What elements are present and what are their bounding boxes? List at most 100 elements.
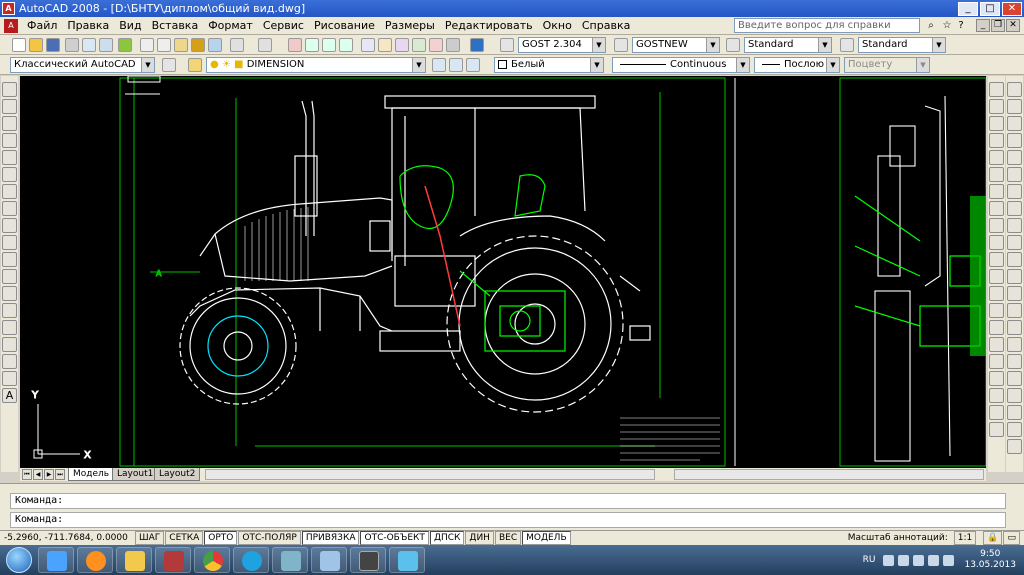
text-style-icon[interactable]: [500, 38, 514, 52]
horizontal-scrollbar[interactable]: [205, 469, 655, 480]
doc-close-button[interactable]: ✕: [1006, 19, 1020, 32]
copy-icon[interactable]: [157, 38, 171, 52]
menu-format[interactable]: Формат: [203, 17, 258, 35]
redo-icon[interactable]: [258, 38, 272, 52]
dim-style-icon[interactable]: [614, 38, 628, 52]
cut-icon[interactable]: [140, 38, 154, 52]
explode-icon[interactable]: [1007, 337, 1022, 352]
menu-file[interactable]: Файл: [22, 17, 62, 35]
block-editor-icon[interactable]: [208, 38, 222, 52]
gradient-icon[interactable]: [2, 337, 17, 352]
stretch-icon[interactable]: [1007, 218, 1022, 233]
arc-length-icon[interactable]: [989, 116, 1004, 131]
menu-insert[interactable]: Вставка: [147, 17, 204, 35]
center-mark-icon[interactable]: [989, 303, 1004, 318]
help-icon[interactable]: [470, 38, 484, 52]
tray-volume-icon[interactable]: [943, 554, 955, 566]
language-indicator[interactable]: RU: [863, 555, 876, 565]
otrack-toggle[interactable]: ОТС-ОБЪЕКТ: [360, 531, 429, 545]
jogged-icon[interactable]: [989, 167, 1004, 182]
lock-icon[interactable]: 🔒: [983, 531, 1003, 545]
dim-style-select[interactable]: GOSTNEW ▼: [632, 37, 720, 53]
help-search-input[interactable]: Введите вопрос для справки: [734, 18, 920, 33]
join-icon[interactable]: [1007, 286, 1022, 301]
layer-select[interactable]: ● ☀ ■ DIMENSION ▼: [206, 57, 426, 73]
circle-icon[interactable]: [2, 184, 17, 199]
line-icon[interactable]: [2, 82, 17, 97]
quick-leader-icon[interactable]: [989, 269, 1004, 284]
clean-screen-icon[interactable]: ▭: [1003, 531, 1020, 545]
layer-manager-icon[interactable]: [188, 58, 202, 72]
hatch-icon[interactable]: [2, 320, 17, 335]
pan-realtime-icon[interactable]: [1007, 354, 1022, 369]
linear-dimension-icon[interactable]: [989, 82, 1004, 97]
prev-tab-button[interactable]: ◀: [33, 469, 43, 480]
ellipse-arc-icon[interactable]: [2, 252, 17, 267]
trim-icon[interactable]: [1007, 235, 1022, 250]
save-icon[interactable]: [46, 38, 60, 52]
diameter-icon[interactable]: [989, 184, 1004, 199]
dim-edit-icon[interactable]: [989, 320, 1004, 335]
menu-view[interactable]: Вид: [114, 17, 146, 35]
color-select[interactable]: Белый ▼: [494, 57, 604, 73]
system-clock[interactable]: 9:50 13.05.2013: [964, 549, 1016, 571]
search-icon[interactable]: ⌕: [924, 19, 938, 33]
fillet-icon[interactable]: [1007, 320, 1022, 335]
publish-icon[interactable]: [99, 38, 113, 52]
tray-network-icon[interactable]: [913, 554, 925, 566]
region-icon[interactable]: [2, 354, 17, 369]
maximize-button[interactable]: □: [980, 1, 1000, 16]
taskbar-bird-icon[interactable]: [389, 547, 425, 573]
star-icon[interactable]: ☆: [940, 19, 954, 33]
chamfer-icon[interactable]: [1007, 303, 1022, 318]
lwt-toggle[interactable]: ВЕС: [494, 531, 522, 545]
make-layer-current-icon[interactable]: [432, 58, 446, 72]
properties-icon[interactable]: [361, 38, 375, 52]
make-block-icon[interactable]: [2, 286, 17, 301]
named-views-icon[interactable]: [1007, 439, 1022, 454]
scale-icon[interactable]: [1007, 201, 1022, 216]
taskbar-media-player-icon[interactable]: [77, 547, 113, 573]
table-style-select[interactable]: Standard ▼: [744, 37, 832, 53]
point-icon[interactable]: [2, 303, 17, 318]
markup-icon[interactable]: [429, 38, 443, 52]
print-preview-icon[interactable]: [82, 38, 96, 52]
new-file-icon[interactable]: [12, 38, 26, 52]
taskbar-app-icon[interactable]: [311, 547, 347, 573]
tray-help-icon[interactable]: [883, 554, 895, 566]
zoom-previous-icon[interactable]: [339, 38, 353, 52]
tab-layout1[interactable]: Layout1: [112, 468, 159, 481]
radius-icon[interactable]: [989, 150, 1004, 165]
quick-dimension-icon[interactable]: [989, 218, 1004, 233]
start-button[interactable]: [6, 547, 32, 573]
dim-update-icon[interactable]: [989, 354, 1004, 369]
minimize-button[interactable]: _: [958, 1, 978, 16]
annotation-scale-select[interactable]: 1:1: [953, 531, 977, 545]
tray-power-icon[interactable]: [928, 554, 940, 566]
document-icon[interactable]: A: [4, 18, 18, 33]
design-center-icon[interactable]: [378, 38, 392, 52]
rectangle-icon[interactable]: [2, 150, 17, 165]
table-style-icon[interactable]: [726, 38, 740, 52]
angular-icon[interactable]: [989, 201, 1004, 216]
dim-break-icon[interactable]: [989, 405, 1004, 420]
inspect-icon[interactable]: [989, 422, 1004, 437]
calculator-icon[interactable]: [446, 38, 460, 52]
polyline-icon[interactable]: [2, 116, 17, 131]
close-button[interactable]: ✕: [1002, 1, 1022, 16]
insert-block-icon[interactable]: [2, 269, 17, 284]
menu-window[interactable]: Окно: [538, 17, 577, 35]
menu-edit[interactable]: Правка: [62, 17, 114, 35]
command-input[interactable]: Команда:: [10, 512, 1006, 528]
construction-line-icon[interactable]: [2, 99, 17, 114]
match-properties-icon[interactable]: [191, 38, 205, 52]
doc-restore-button[interactable]: ❐: [991, 19, 1005, 32]
tab-model[interactable]: Модель: [68, 468, 115, 481]
zoom-extents-icon[interactable]: [1007, 371, 1022, 386]
ellipse-icon[interactable]: [2, 235, 17, 250]
extend-icon[interactable]: [1007, 252, 1022, 267]
taskbar-archive-icon[interactable]: [155, 547, 191, 573]
multiline-text-icon[interactable]: A: [2, 388, 17, 403]
ducs-toggle[interactable]: ДПСК: [429, 531, 465, 545]
menu-help[interactable]: Справка: [577, 17, 635, 35]
